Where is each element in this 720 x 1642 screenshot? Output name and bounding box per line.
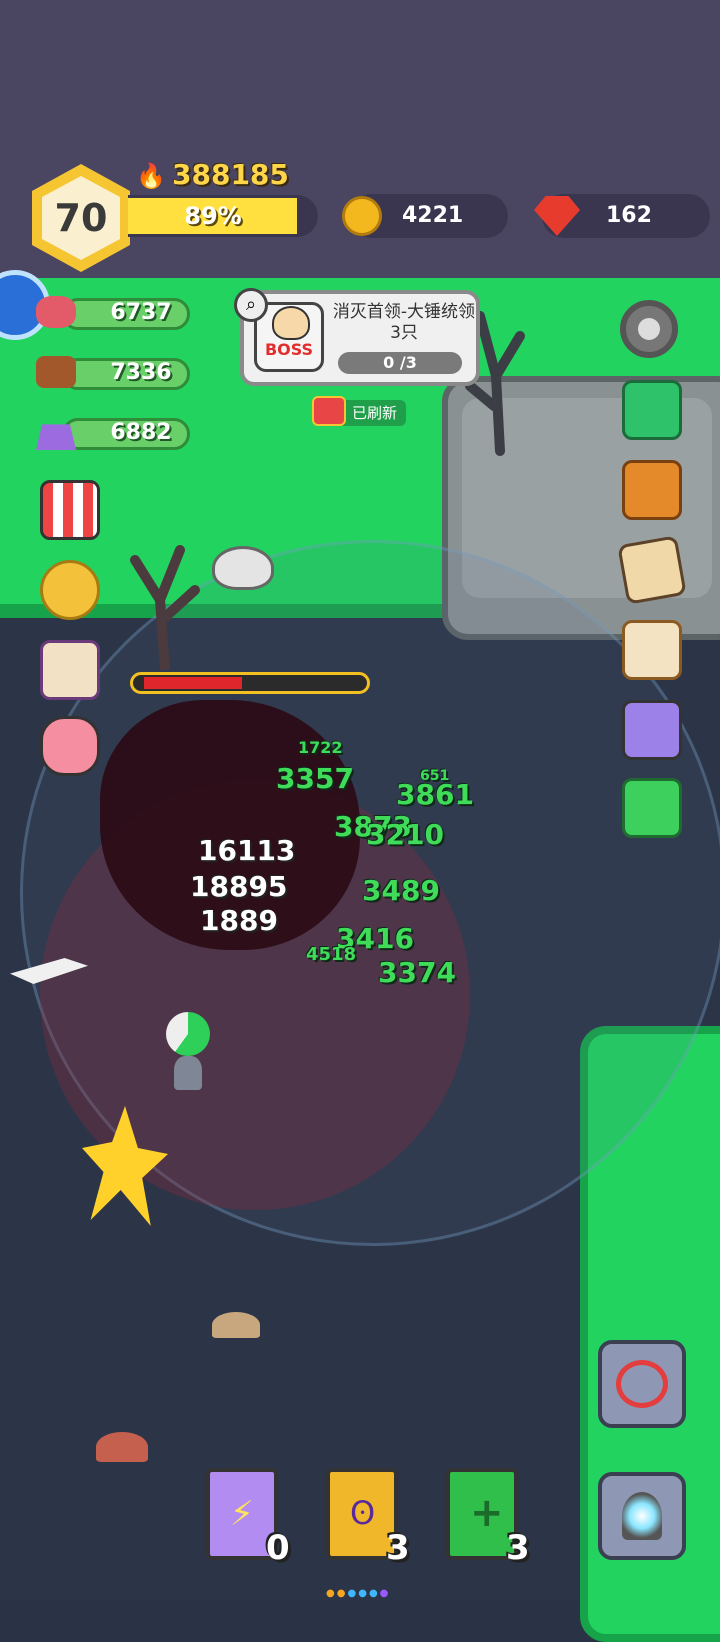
skill-book-count: 3 bbox=[506, 1528, 530, 1568]
damage-number: 3489 bbox=[362, 874, 440, 907]
lightning-icon: ⚡ bbox=[230, 1494, 254, 1534]
wing-icon: ʘ bbox=[350, 1494, 376, 1532]
coin-icon bbox=[342, 196, 382, 236]
skull-icon bbox=[212, 546, 274, 590]
wood-icon bbox=[36, 356, 76, 388]
search-icon[interactable]: ⌕ bbox=[234, 288, 268, 322]
meat-value: 6737 bbox=[110, 300, 172, 325]
damage-number: 18895 bbox=[190, 870, 288, 903]
quest-progress: 0 /3 bbox=[383, 353, 417, 372]
damage-number: 3861 bbox=[396, 778, 474, 811]
damage-number: 3210 bbox=[366, 818, 444, 851]
sword-cycle-icon bbox=[616, 1360, 668, 1408]
scroll-icon[interactable] bbox=[622, 620, 682, 680]
ingot-value: 6882 bbox=[110, 420, 172, 445]
mushroom-icon bbox=[96, 1432, 148, 1462]
damage-number: 3374 bbox=[378, 956, 456, 989]
plus-icon: + bbox=[470, 1490, 504, 1536]
rank-badge-icon[interactable] bbox=[40, 560, 100, 620]
shop-icon[interactable] bbox=[40, 480, 100, 540]
skill-book-count: 3 bbox=[386, 1528, 410, 1568]
wood-value: 7336 bbox=[110, 360, 172, 385]
gear-icon-center bbox=[638, 318, 660, 340]
coin-value: 4221 bbox=[402, 203, 464, 228]
boss-skull-icon bbox=[272, 306, 310, 340]
damage-number: 3357 bbox=[276, 762, 354, 795]
portal-icon bbox=[622, 1492, 662, 1540]
skill-book-count: 0 bbox=[266, 1528, 290, 1568]
chest-icon bbox=[312, 396, 346, 426]
treasure-map-icon[interactable] bbox=[617, 535, 687, 605]
damage-number: 1722 bbox=[298, 738, 343, 757]
quest-title: 消灭首领-大锤统领3只 bbox=[332, 302, 476, 343]
damage-number: 16113 bbox=[198, 834, 296, 867]
refresh-label: 已刷新 bbox=[352, 404, 398, 422]
fire-icon: 🔥 bbox=[136, 162, 166, 190]
damage-number: 1889 bbox=[200, 904, 278, 937]
dead-tree-icon bbox=[130, 545, 200, 670]
mushroom-icon bbox=[212, 1312, 260, 1338]
cooldown-indicator bbox=[166, 1012, 210, 1056]
boss-badge: BOSS bbox=[264, 340, 314, 359]
pet-icon[interactable] bbox=[40, 716, 100, 776]
mail-icon[interactable] bbox=[622, 380, 682, 440]
gravestone-icon bbox=[174, 1056, 202, 1090]
damage-number: 4518 bbox=[306, 944, 357, 965]
green-book-icon[interactable] bbox=[622, 778, 682, 838]
skull-potion-icon[interactable] bbox=[622, 700, 682, 760]
power-value: 388185 bbox=[172, 158, 289, 191]
calendar-icon[interactable] bbox=[40, 640, 100, 700]
xp-percent: 89% bbox=[184, 202, 242, 230]
page-dots: ●●●●●● bbox=[326, 1588, 391, 1599]
meat-icon bbox=[36, 296, 76, 328]
gem-value: 162 bbox=[606, 203, 652, 228]
backpack-icon[interactable] bbox=[622, 460, 682, 520]
boss-hp-fill bbox=[144, 677, 242, 689]
